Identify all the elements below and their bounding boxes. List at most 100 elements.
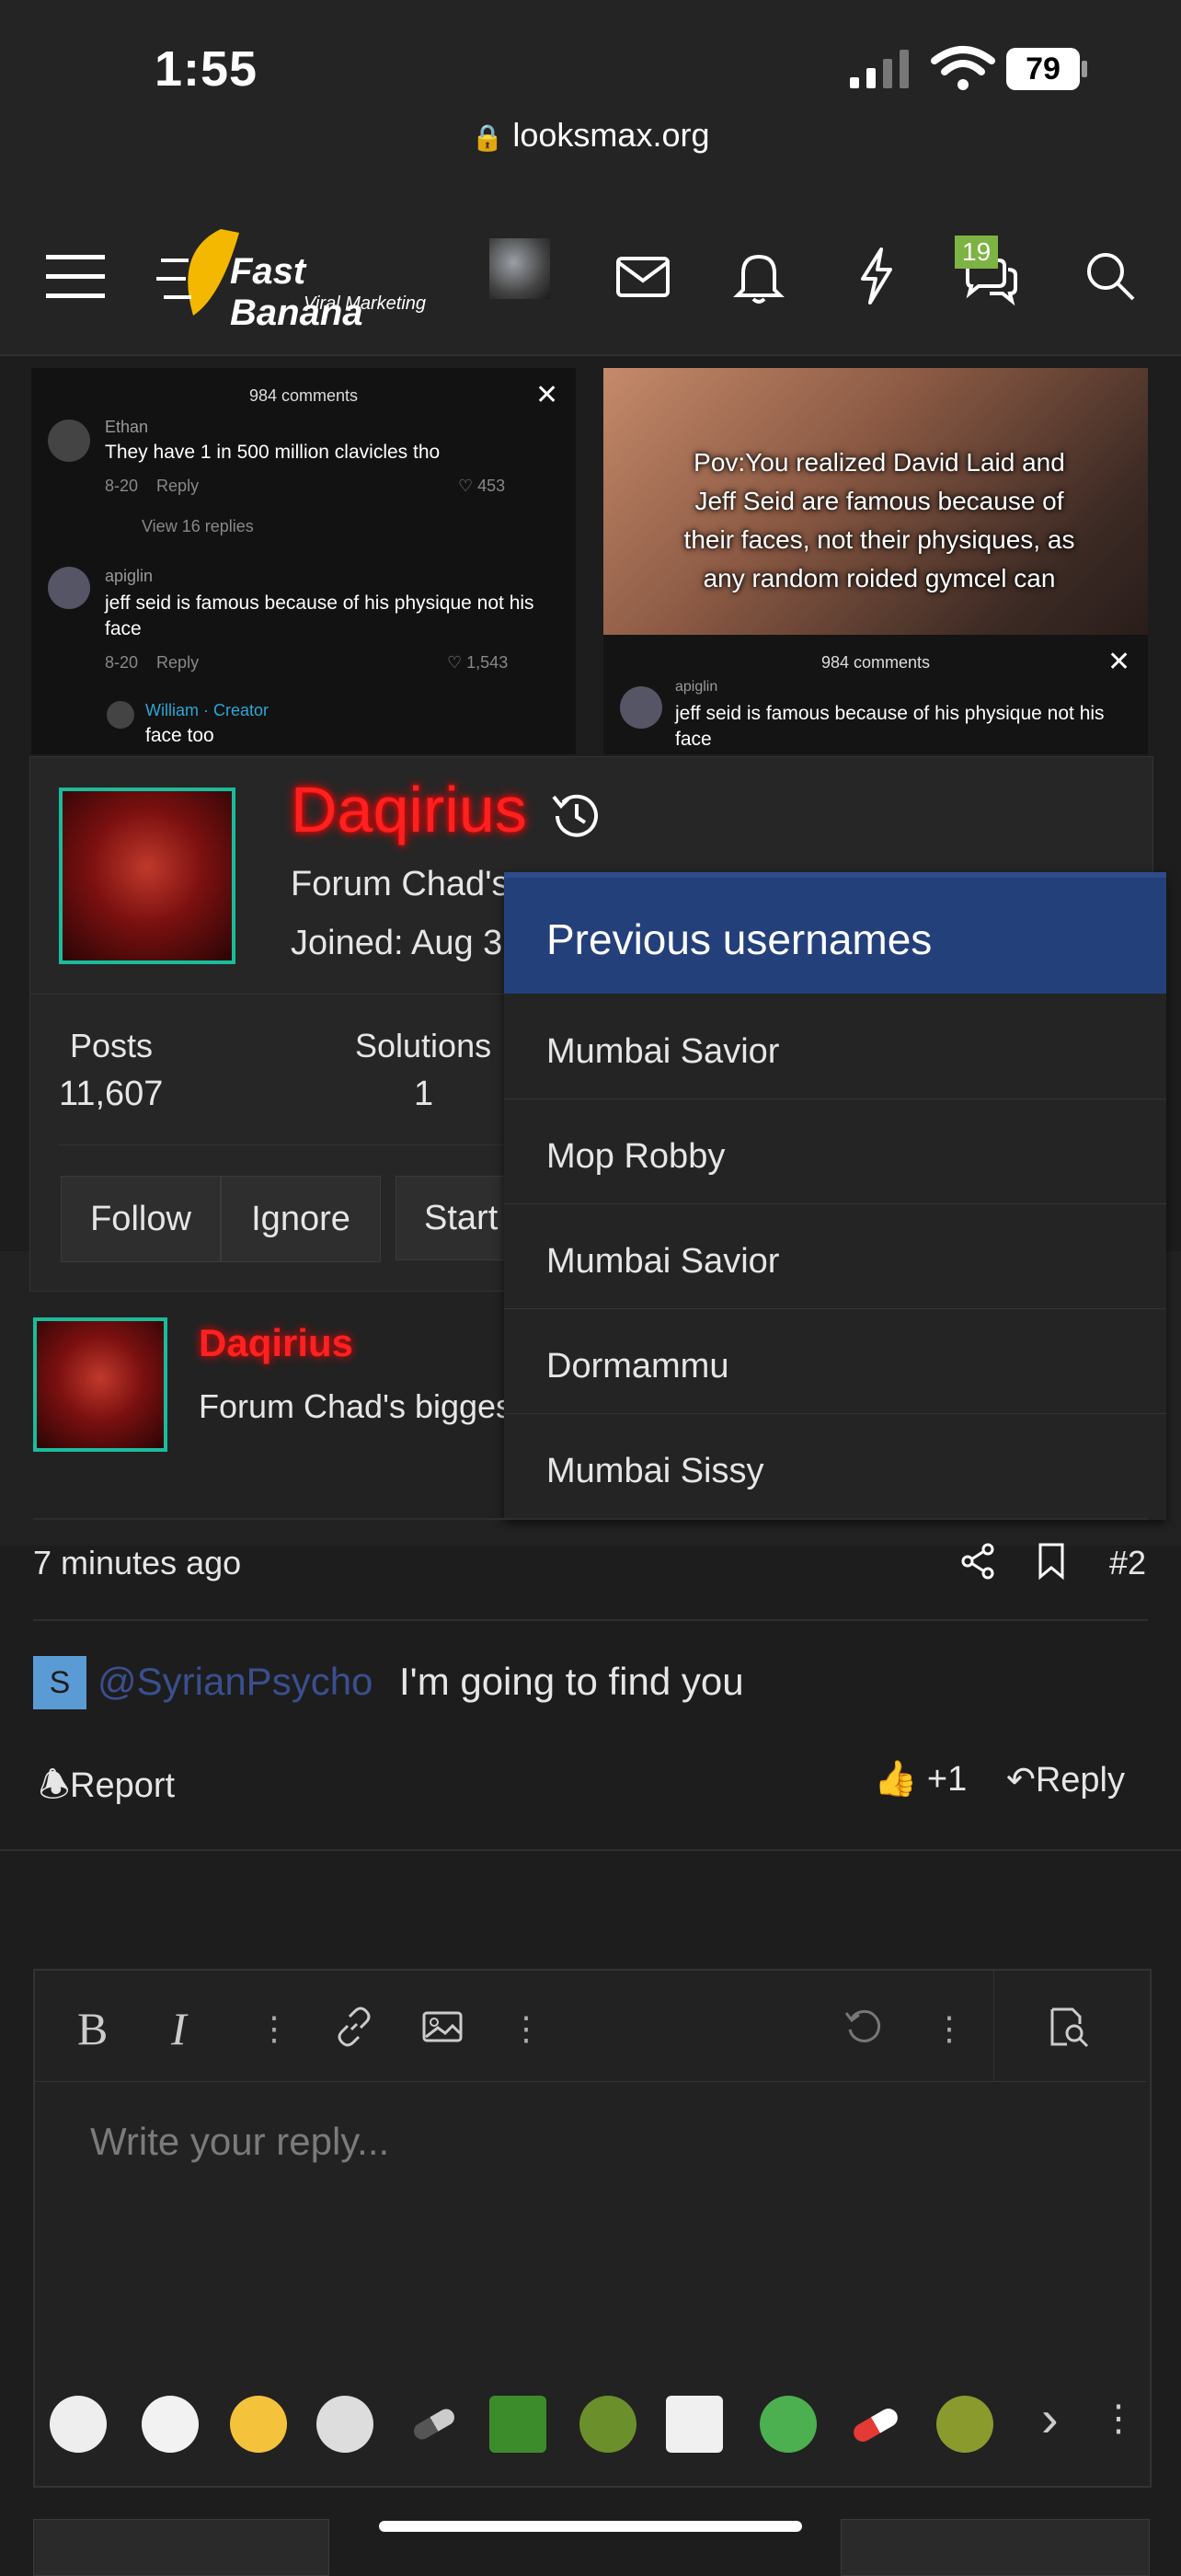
search-icon[interactable] xyxy=(1078,244,1142,308)
bell-icon: 🕭 xyxy=(39,1766,71,1805)
profile-avatar[interactable] xyxy=(59,788,235,964)
commenter-avatar xyxy=(620,686,662,729)
comment-date: 8-20 xyxy=(105,653,139,672)
history-icon[interactable] xyxy=(548,788,605,845)
close-icon: ✕ xyxy=(1107,647,1131,677)
screenshot-image-left[interactable]: 984 comments ✕ Ethan They have 1 in 500 … xyxy=(31,368,576,754)
reply-button[interactable]: ↶Reply xyxy=(1006,1759,1125,1800)
wojak-face-emoji[interactable] xyxy=(316,2396,373,2453)
share-icon[interactable] xyxy=(958,1542,997,1581)
follow-button[interactable]: Follow xyxy=(61,1176,221,1262)
bold-icon[interactable]: B xyxy=(77,2002,108,2055)
heart-icon: ♡ xyxy=(458,477,474,495)
angry-pepe-emoji[interactable] xyxy=(579,2396,636,2453)
more-options-icon[interactable]: ⋮ xyxy=(1100,2398,1137,2440)
logo-title: Fast Banana xyxy=(230,251,363,333)
editor-toolbar xyxy=(35,1971,1146,2082)
reply-input[interactable]: Write your reply... xyxy=(90,2120,389,2164)
wojak-emoji[interactable] xyxy=(142,2396,199,2453)
post-avatar[interactable] xyxy=(33,1317,167,1452)
commenter-avatar xyxy=(48,420,90,462)
previous-username-item: Mumbai Sissy xyxy=(546,1452,764,1490)
divider xyxy=(504,1413,1166,1414)
user-avatar[interactable] xyxy=(489,238,550,299)
divider xyxy=(504,1098,1166,1099)
chevron-right-icon[interactable]: › xyxy=(1041,2388,1059,2448)
comment-text: jeff seid is famous because of his physi… xyxy=(675,703,1105,750)
gigachad-emoji[interactable] xyxy=(666,2396,723,2453)
lightning-icon[interactable] xyxy=(844,244,909,308)
pepe-emoji[interactable] xyxy=(489,2396,546,2453)
menu-icon[interactable] xyxy=(44,244,109,308)
view-replies: View 16 replies xyxy=(142,517,254,535)
comment-text: They have 1 in 500 million clavicles tho xyxy=(105,442,441,463)
address-bar[interactable]: 🔒 looksmax.org xyxy=(0,116,1181,155)
like-button[interactable]: 👍 +1 xyxy=(874,1759,967,1800)
clock: 1:55 xyxy=(155,41,258,97)
pill-emoji[interactable] xyxy=(405,2396,462,2453)
mention-avatar[interactable]: S xyxy=(33,1656,86,1709)
more-options-icon[interactable]: ⋮ xyxy=(510,2009,543,2048)
like-count: +1 xyxy=(926,1760,968,1799)
comment-likes: 453 xyxy=(477,477,506,495)
image-icon[interactable] xyxy=(421,2006,464,2048)
site-logo[interactable]: Fast Banana Viral Marketing xyxy=(156,224,432,333)
preview-icon[interactable] xyxy=(1047,2006,1089,2048)
comment-user: William · Creator xyxy=(145,701,269,719)
crying-wojak-emoji[interactable] xyxy=(50,2396,107,2453)
comments-count: 984 comments xyxy=(820,653,931,672)
divider xyxy=(33,1619,1148,1621)
previous-username-item: Mumbai Savior xyxy=(546,1032,780,1071)
report-button[interactable]: 🕭Report xyxy=(39,1759,175,1819)
wifi-icon xyxy=(931,46,995,90)
commenter-avatar xyxy=(48,567,90,609)
bell-icon[interactable] xyxy=(727,244,791,308)
user-mention-link[interactable]: @SyrianPsycho xyxy=(97,1660,373,1704)
comments-count: 984 comments xyxy=(248,386,359,405)
post-message: I'm going to find you xyxy=(399,1660,744,1703)
crying-laughing-emoji[interactable] xyxy=(230,2396,287,2453)
divider xyxy=(0,1849,1181,1851)
screenshot-image-right[interactable]: Pov:You realized David Laid and Jeff Sei… xyxy=(603,368,1148,754)
bookmark-icon[interactable] xyxy=(1036,1542,1067,1581)
comment-user: apiglin xyxy=(675,679,718,695)
more-options-icon[interactable]: ⋮ xyxy=(933,2009,966,2048)
undo-icon[interactable] xyxy=(843,2006,885,2048)
divider xyxy=(33,1518,1148,1520)
previous-username-item: Mop Robby xyxy=(546,1137,726,1176)
video-caption: Pov:You realized David Laid and Jeff Sei… xyxy=(683,448,1075,592)
previous-username-item: Mumbai Savior xyxy=(546,1242,780,1281)
post-reply-button[interactable] xyxy=(841,2519,1150,2576)
attach-files-button[interactable] xyxy=(33,2519,329,2576)
divider xyxy=(59,1144,519,1145)
smug-pepe-emoji[interactable] xyxy=(760,2396,817,2453)
solutions-value: 1 xyxy=(414,1075,434,1113)
red-pill-emoji[interactable] xyxy=(846,2396,903,2453)
post-number[interactable]: #2 xyxy=(1109,1544,1146,1582)
status-bar xyxy=(0,0,1181,198)
commenter-avatar xyxy=(107,701,134,729)
post-time[interactable]: 7 minutes ago xyxy=(33,1544,241,1582)
italic-icon[interactable]: I xyxy=(171,2002,187,2055)
shrek-emoji[interactable] xyxy=(936,2396,993,2453)
mail-icon[interactable] xyxy=(611,244,675,308)
comment-text: face too xyxy=(145,725,214,746)
report-label: Report xyxy=(70,1766,176,1805)
divider xyxy=(993,1971,994,2081)
comment-user: apiglin xyxy=(105,567,154,585)
post-user-title: Forum Chad's bigges xyxy=(199,1387,513,1425)
ignore-button[interactable]: Ignore xyxy=(221,1176,381,1262)
more-options-icon[interactable]: ⋮ xyxy=(258,2009,291,2048)
posts-value: 11,607 xyxy=(59,1075,164,1113)
divider xyxy=(504,1308,1166,1309)
profile-joined: Joined: Aug 3 xyxy=(291,924,503,962)
previous-username-item: Dormammu xyxy=(546,1347,729,1386)
solutions-label: Solutions xyxy=(355,1027,492,1064)
battery-icon: 79 xyxy=(1006,48,1091,90)
heart-icon: ♡ xyxy=(447,653,463,672)
post-username[interactable]: Daqirius xyxy=(199,1321,353,1365)
comment-date: 8-20 xyxy=(105,477,139,495)
comment-user: Ethan xyxy=(105,418,149,436)
link-icon[interactable] xyxy=(333,2006,375,2048)
profile-username[interactable]: Daqirius xyxy=(291,773,527,846)
